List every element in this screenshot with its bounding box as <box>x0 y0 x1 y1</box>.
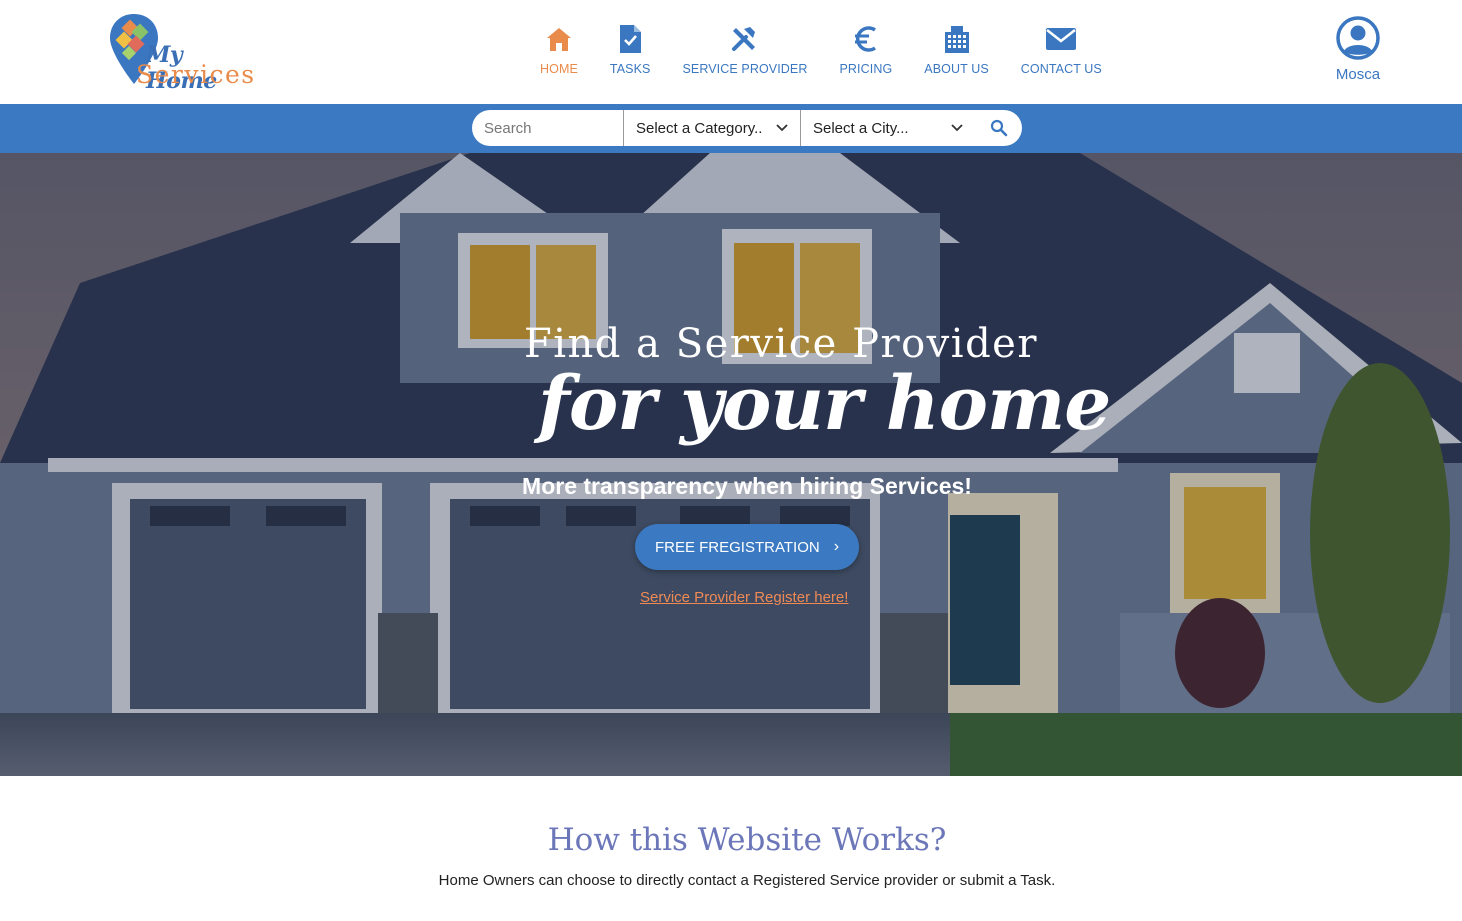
search-button[interactable] <box>975 110 1022 146</box>
search-bar: Select a Category.. Select a City... <box>0 104 1462 153</box>
hero-subtitle: More transparency when hiring Services! <box>522 473 972 499</box>
cta-label: FREE FREGISTRATION <box>654 538 820 556</box>
nav-label: HOME <box>540 62 578 76</box>
building-icon <box>941 22 973 56</box>
euro-icon <box>850 22 882 56</box>
city-select[interactable]: Select a City... <box>800 110 975 146</box>
user-avatar-icon <box>1336 16 1380 60</box>
nav-item-service-provider[interactable]: SERVICE PROVIDER <box>666 22 823 76</box>
envelope-icon <box>1045 22 1077 56</box>
nav-label: PRICING <box>839 62 893 76</box>
hero-section: Find a Service Provider for your home Mo… <box>0 153 1462 776</box>
hero-script-title: for your home <box>538 361 1111 447</box>
hero-content: Find a Service Provider for your home Mo… <box>0 153 1462 776</box>
how-it-works-title: How this Website Works? <box>547 822 947 858</box>
chevron-down-icon <box>951 124 963 132</box>
search-form: Select a Category.. Select a City... <box>472 110 1022 146</box>
nav-label: ABOUT US <box>924 62 989 76</box>
home-icon <box>543 22 575 56</box>
chevron-right-icon: › <box>833 538 840 555</box>
main-nav: HOME TASKS SERVICE PROVIDER PRICING ABOU… <box>524 22 1118 76</box>
nav-item-about-us[interactable]: ABOUT US <box>908 22 1004 76</box>
site-header: My Home Services HOME TASKS SERVICE PROV… <box>0 0 1462 104</box>
user-menu[interactable]: Mosca <box>1320 16 1396 83</box>
search-input[interactable] <box>472 110 623 146</box>
user-name: Mosca <box>1335 66 1381 83</box>
site-logo[interactable]: My Home Services <box>108 12 258 94</box>
nav-item-contact-us[interactable]: CONTACT US <box>1005 22 1118 76</box>
category-select-value: Select a Category.. <box>636 119 763 137</box>
nav-label: SERVICE PROVIDER <box>682 62 808 76</box>
service-provider-register-link[interactable]: Service Provider Register here! <box>640 589 860 606</box>
nav-item-tasks[interactable]: TASKS <box>594 22 667 76</box>
search-icon <box>990 119 1007 137</box>
city-select-value: Select a City... <box>813 119 909 137</box>
chevron-down-icon <box>776 124 788 132</box>
how-it-works-description: Home Owners can choose to directly conta… <box>438 872 1056 889</box>
tools-icon <box>729 22 761 56</box>
nav-label: CONTACT US <box>1020 62 1102 76</box>
nav-label: TASKS <box>609 62 651 76</box>
logo-text-line2: Services <box>136 60 256 89</box>
category-select[interactable]: Select a Category.. <box>623 110 800 146</box>
free-registration-button[interactable]: FREE FREGISTRATION › <box>635 524 859 570</box>
nav-item-home[interactable]: HOME <box>524 22 594 76</box>
task-check-icon <box>614 22 646 56</box>
nav-item-pricing[interactable]: PRICING <box>823 22 908 76</box>
